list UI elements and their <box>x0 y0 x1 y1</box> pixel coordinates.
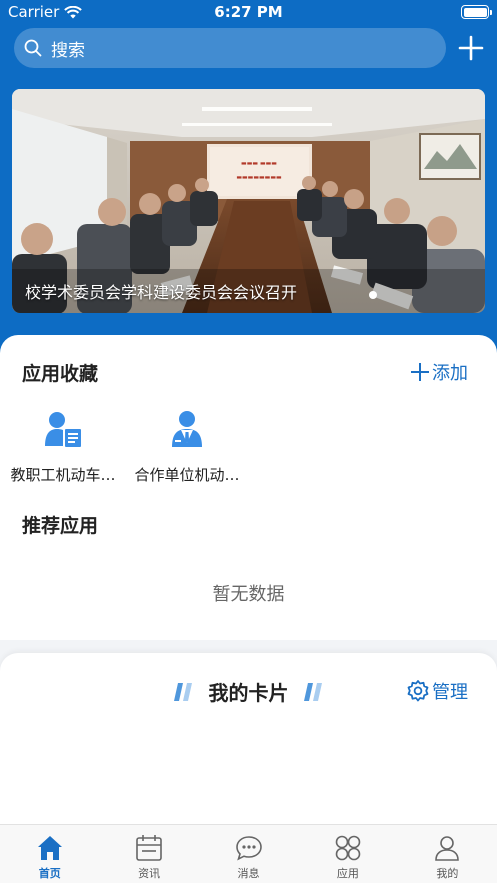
tab-messages[interactable]: 消息 <box>199 825 298 883</box>
decorative-slash-icon <box>173 682 192 701</box>
banner-caption: 校学术委员会学科建设委员会会议召开 <box>25 283 298 302</box>
favorite-app-label: 教职工机动车… <box>10 466 116 484</box>
favorite-app-label: 合作单位机动… <box>134 466 240 484</box>
favorites-card: 应用收藏 添加 教职工机动车… 合作单位机动… 推荐应用 暂无数据 <box>0 335 497 640</box>
svg-text:▬▬▬▬▬▬▬▬: ▬▬▬▬▬▬▬▬ <box>236 174 282 181</box>
manage-label: 管理 <box>432 682 468 703</box>
add-favorite-label: 添加 <box>432 363 468 384</box>
my-card-section: 我的卡片 管理 <box>0 653 497 828</box>
tab-label: 消息 <box>237 867 260 880</box>
tab-label: 应用 <box>336 867 359 880</box>
decorative-slash-icon <box>303 682 322 701</box>
search-bar[interactable]: 搜索 <box>14 28 446 68</box>
tab-home[interactable]: 首页 <box>0 825 99 883</box>
apps-icon <box>335 835 361 861</box>
status-bar: Carrier 6:27 PM <box>0 0 497 26</box>
tab-label: 我的 <box>436 867 459 880</box>
tab-label: 首页 <box>38 867 61 880</box>
profile-icon <box>435 836 460 861</box>
svg-text:▬▬▬ ▬▬▬: ▬▬▬ ▬▬▬ <box>241 160 277 167</box>
battery-icon <box>461 5 492 19</box>
empty-state-text: 暂无数据 <box>212 584 285 605</box>
tab-label: 资讯 <box>138 867 161 880</box>
carousel-indicator-dot <box>369 291 377 299</box>
favorite-app-staff-vehicle[interactable]: 教职工机动车… <box>2 410 124 485</box>
recommended-title: 推荐应用 <box>22 515 99 537</box>
manage-cards-button[interactable]: 管理 <box>406 678 468 704</box>
news-icon <box>136 835 162 861</box>
news-banner[interactable]: ▬▬▬ ▬▬▬ ▬▬▬▬▬▬▬▬ 校学术委员会学科建设委员会会议召开 <box>12 89 485 313</box>
tab-profile[interactable]: 我的 <box>398 825 497 883</box>
tab-apps[interactable]: 应用 <box>298 825 397 883</box>
my-card-title: 我的卡片 <box>208 681 289 705</box>
favorite-app-partner-vehicle[interactable]: 合作单位机动… <box>126 410 248 485</box>
gear-icon <box>407 680 429 702</box>
plus-icon <box>411 363 429 381</box>
favorites-title: 应用收藏 <box>22 363 99 385</box>
clock: 6:27 PM <box>214 3 283 21</box>
plus-icon[interactable] <box>458 35 484 61</box>
home-icon <box>37 836 62 860</box>
bottom-tab-bar: 首页 资讯 消息 应用 我的 <box>0 824 497 883</box>
message-icon <box>235 836 262 861</box>
search-icon <box>24 39 42 57</box>
staff-card-icon <box>45 412 83 449</box>
add-favorite-button[interactable]: 添加 <box>410 359 468 385</box>
tab-news[interactable]: 资讯 <box>99 825 198 883</box>
search-placeholder: 搜索 <box>51 40 85 61</box>
partner-person-icon <box>172 411 202 447</box>
